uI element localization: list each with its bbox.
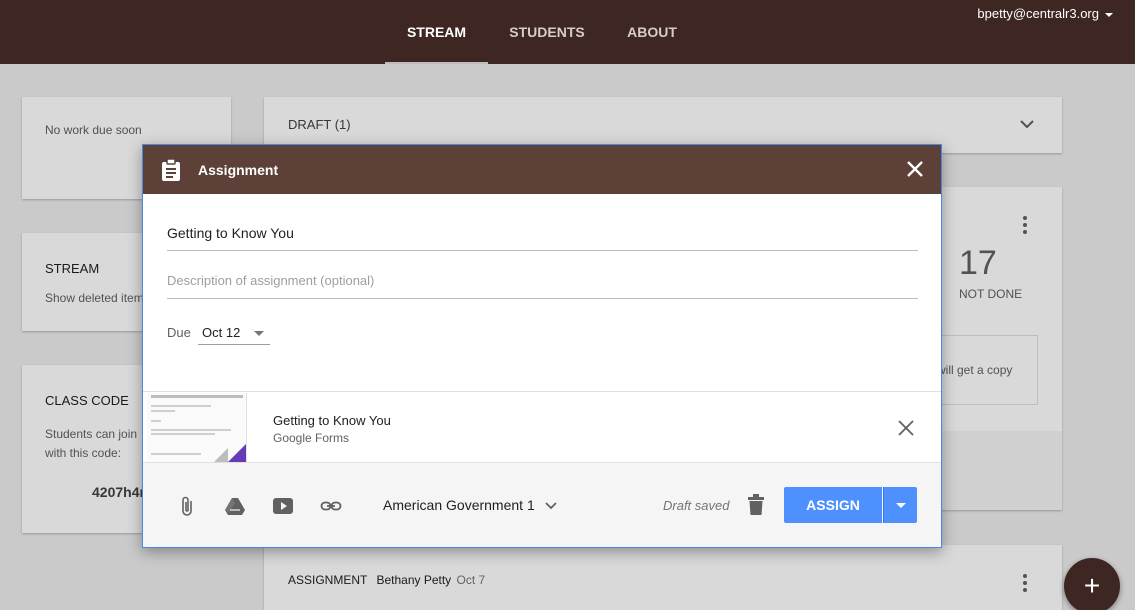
- add-fab-button[interactable]: +: [1064, 558, 1120, 610]
- tab-students[interactable]: STUDENTS: [498, 0, 596, 64]
- tab-stream[interactable]: STREAM: [385, 0, 488, 64]
- assign-options-button[interactable]: [883, 487, 917, 523]
- draft-status: Draft saved: [663, 498, 730, 513]
- dialog-header: Assignment: [143, 145, 941, 194]
- clipboard-icon: [162, 159, 180, 181]
- class-select[interactable]: American Government 1: [383, 497, 557, 513]
- account-menu[interactable]: bpetty@centralr3.org: [977, 6, 1113, 21]
- attachment-source: Google Forms: [273, 431, 350, 445]
- title-input[interactable]: Getting to Know You: [167, 225, 918, 251]
- assign-button[interactable]: ASSIGN: [784, 487, 882, 523]
- remove-attachment-icon[interactable]: [897, 419, 915, 437]
- attachment-item[interactable]: Getting to Know You Google Forms: [143, 391, 941, 463]
- description-input[interactable]: Description of assignment (optional): [167, 273, 918, 299]
- dialog-footer: American Government 1 Draft saved ASSIGN: [143, 463, 941, 547]
- close-icon[interactable]: [905, 159, 925, 179]
- dialog-title: Assignment: [198, 162, 279, 178]
- chevron-down-icon: [544, 502, 557, 510]
- due-date-value: Oct 12: [202, 325, 241, 340]
- trash-icon[interactable]: [747, 494, 765, 516]
- forms-corner-icon: [228, 444, 246, 462]
- youtube-icon[interactable]: [272, 495, 294, 517]
- assignment-dialog: Assignment Getting to Know You Descripti…: [142, 144, 942, 548]
- google-drive-icon[interactable]: [224, 495, 246, 517]
- paperclip-icon[interactable]: [177, 495, 199, 517]
- link-icon[interactable]: [320, 495, 342, 517]
- due-label: Due: [167, 325, 191, 340]
- account-email: bpetty@centralr3.org: [977, 6, 1099, 21]
- class-select-value: American Government 1: [383, 497, 535, 513]
- due-date-select[interactable]: Oct 12: [198, 319, 270, 345]
- attachment-thumbnail: [147, 393, 247, 462]
- attachment-title: Getting to Know You: [273, 413, 391, 428]
- tab-about[interactable]: ABOUT: [612, 0, 692, 64]
- account-caret-icon: [1105, 12, 1113, 17]
- top-app-bar: STREAM STUDENTS ABOUT bpetty@centralr3.o…: [0, 0, 1135, 64]
- dropdown-arrow-icon: [254, 331, 264, 336]
